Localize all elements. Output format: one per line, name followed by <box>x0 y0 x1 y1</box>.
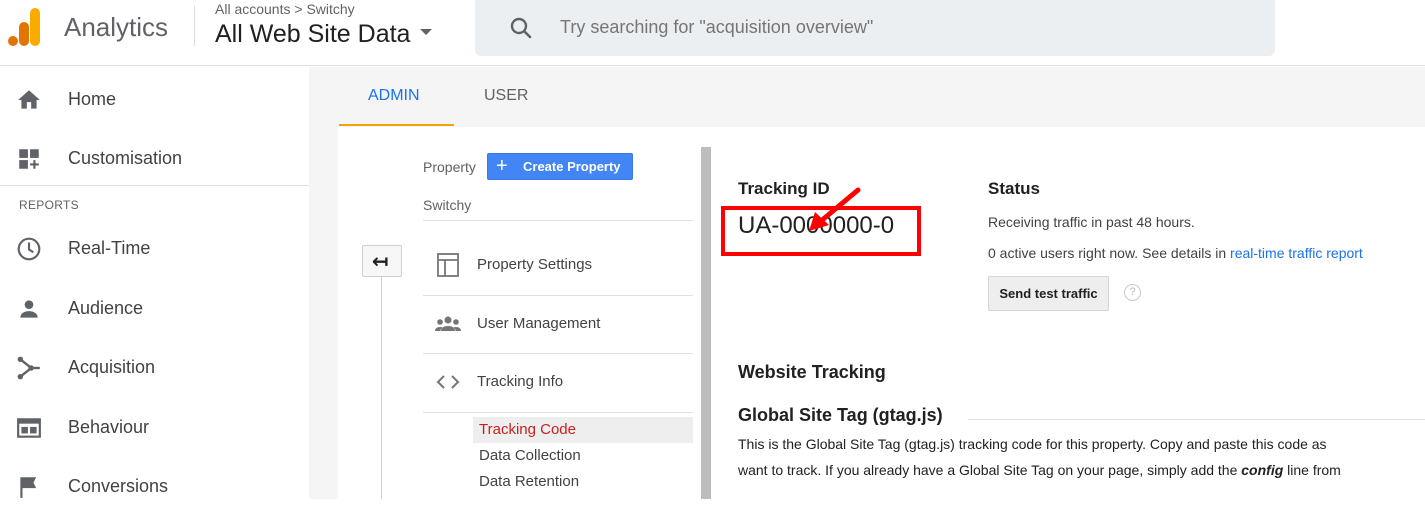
sidebar-item-audience[interactable]: Audience <box>0 286 309 330</box>
help-icon[interactable]: ? <box>1124 284 1141 301</box>
property-name[interactable]: Switchy <box>423 197 471 213</box>
submenu-data-collection[interactable]: Data Collection <box>473 443 693 469</box>
website-tracking-title: Website Tracking <box>738 362 886 382</box>
sidebar-item-behaviour[interactable]: Behaviour <box>0 405 309 449</box>
property-label: Property <box>423 159 476 175</box>
sidebar-item-acquisition[interactable]: Acquisition <box>0 345 309 389</box>
sidebar-item-real-time[interactable]: Real-Time <box>0 226 309 270</box>
back-button-line <box>381 277 382 499</box>
sidebar-item-label: Conversions <box>68 476 169 496</box>
gtag-divider <box>968 419 1425 420</box>
property-divider <box>423 220 693 221</box>
menu-item-label: Tracking Info <box>477 373 564 390</box>
submenu-data-retention[interactable]: Data Retention <box>473 469 693 495</box>
tab-admin[interactable]: ADMIN <box>368 87 420 105</box>
gtag-description-line2: want to track. If you already have a Glo… <box>738 462 1425 478</box>
status-title: Status <box>988 179 1040 198</box>
customisation-icon <box>19 149 39 169</box>
app-name: Analytics <box>64 12 169 42</box>
status-active-users: 0 active users right now. See details in… <box>988 245 1363 261</box>
submenu-tracking-code[interactable]: Tracking Code <box>473 417 693 443</box>
users-icon <box>435 316 461 331</box>
acquisition-icon <box>17 356 40 380</box>
search-icon <box>510 17 532 39</box>
reports-section-label: REPORTS <box>19 198 79 212</box>
config-keyword: config <box>1241 462 1284 478</box>
sidebar-item-label: Home <box>68 89 117 109</box>
caret-down-icon <box>420 29 433 36</box>
search-bar[interactable]: Try searching for "acquisition overview" <box>475 0 1275 56</box>
plus-icon: + <box>496 155 508 177</box>
menu-divider <box>423 353 693 354</box>
sidebar-item-label: Audience <box>68 298 144 318</box>
sidebar-divider <box>0 185 309 186</box>
sidebar-item-label: Acquisition <box>68 357 156 377</box>
home-icon <box>18 90 40 109</box>
header-divider <box>194 6 195 46</box>
top-bar: Analytics All accounts > Switchy All Web… <box>0 0 1425 66</box>
sidebar-item-label: Customisation <box>68 148 183 168</box>
flag-icon <box>20 477 37 498</box>
view-selector[interactable]: All Web Site Data <box>215 20 433 49</box>
menu-item-label: User Management <box>477 315 601 332</box>
tab-user[interactable]: USER <box>484 87 528 105</box>
behaviour-icon <box>17 418 41 438</box>
back-arrow-icon: ↤ <box>372 251 389 273</box>
sidebar-item-conversions[interactable]: Conversions <box>0 464 309 508</box>
menu-item-property-settings[interactable]: Property Settings <box>423 245 693 285</box>
send-test-traffic-button[interactable]: Send test traffic <box>988 276 1109 311</box>
main-content: ADMIN USER ↤ Property + Create Property … <box>309 67 1425 499</box>
create-property-label: Create Property <box>523 159 621 174</box>
menu-item-label: Property Settings <box>477 256 593 273</box>
sidebar: Home Customisation REPORTS Real-Time Aud… <box>0 67 309 499</box>
gtag-description-line1: This is the Global Site Tag (gtag.js) tr… <box>738 436 1327 452</box>
property-panel: ↤ Property + Create Property Switchy Pro… <box>338 127 1425 499</box>
column-divider[interactable] <box>701 147 711 499</box>
red-arrow-annotation <box>809 187 861 231</box>
sidebar-item-home[interactable]: Home <box>0 77 309 121</box>
person-icon <box>20 300 38 318</box>
admin-tabs: ADMIN USER <box>309 67 1425 127</box>
analytics-logo[interactable] <box>8 8 42 46</box>
clock-icon <box>17 237 41 261</box>
account-breadcrumb[interactable]: All accounts > Switchy <box>215 1 355 17</box>
code-icon <box>436 375 460 389</box>
property-settings-icon <box>437 253 459 277</box>
desc2-suffix: line from <box>1283 462 1341 478</box>
create-property-button[interactable]: + Create Property <box>487 153 633 180</box>
sidebar-item-label: Behaviour <box>68 417 150 437</box>
view-name: All Web Site Data <box>215 20 411 48</box>
menu-item-user-management[interactable]: User Management <box>423 304 693 344</box>
menu-divider <box>423 295 693 296</box>
active-users-text: 0 active users right now. See details in <box>988 245 1231 261</box>
sidebar-item-customisation[interactable]: Customisation <box>0 136 309 180</box>
active-tab-indicator <box>339 124 454 126</box>
status-traffic-text: Receiving traffic in past 48 hours. <box>988 214 1195 230</box>
menu-item-tracking-info[interactable]: Tracking Info <box>423 362 693 402</box>
gtag-title: Global Site Tag (gtag.js) <box>738 405 943 425</box>
sidebar-item-label: Real-Time <box>68 238 151 258</box>
menu-divider <box>423 412 693 413</box>
desc2-prefix: want to track. If you already have a Glo… <box>738 462 1242 478</box>
real-time-report-link[interactable]: real-time traffic report <box>1230 245 1363 261</box>
back-button[interactable]: ↤ <box>362 245 402 277</box>
search-input[interactable]: Try searching for "acquisition overview" <box>560 17 873 38</box>
